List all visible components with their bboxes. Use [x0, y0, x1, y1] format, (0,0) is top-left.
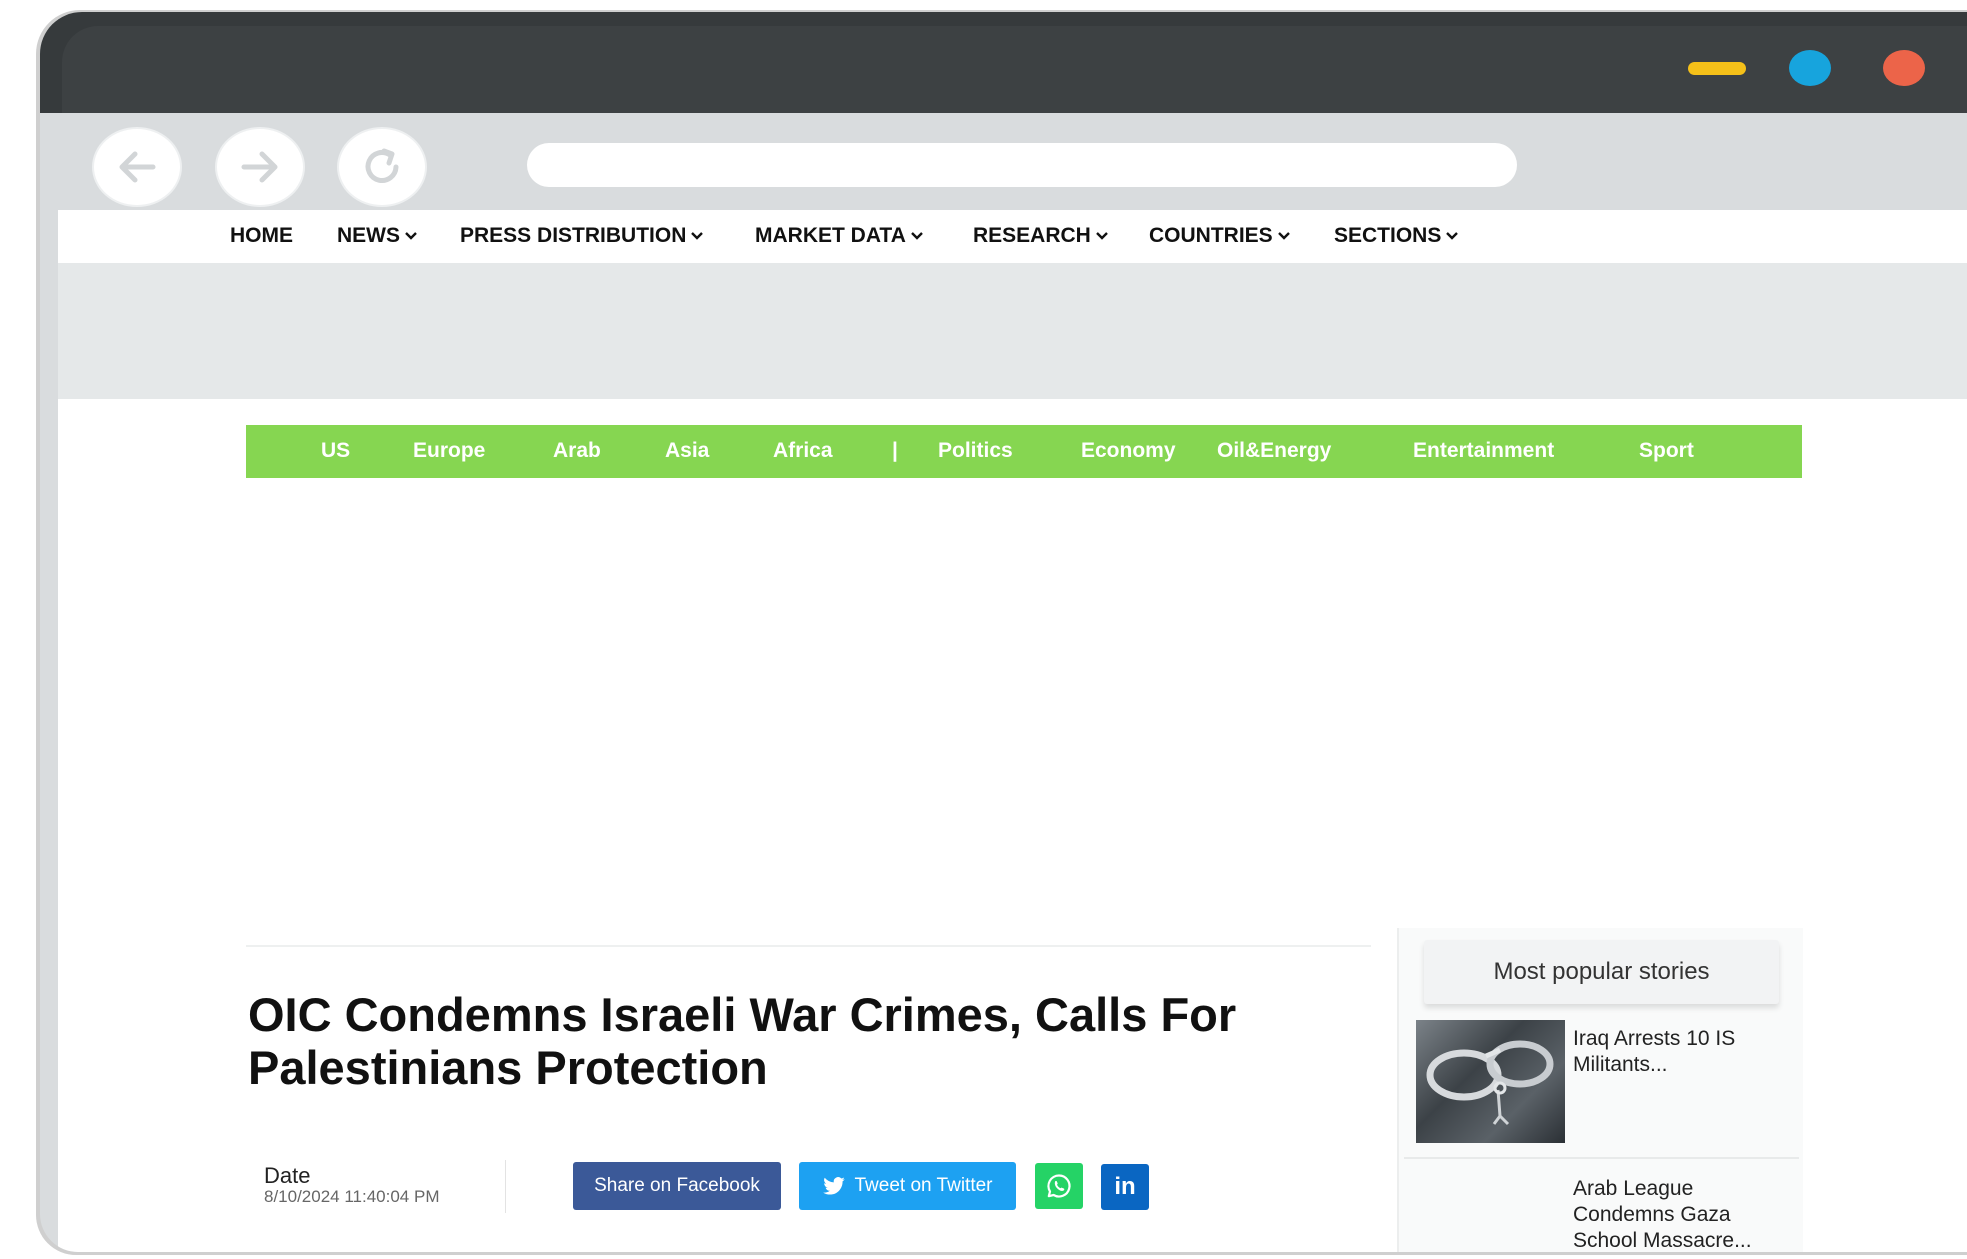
story-separator — [1404, 1157, 1799, 1159]
forward-button[interactable] — [217, 129, 303, 205]
nav-market-data[interactable]: MARKET DATA — [755, 224, 923, 248]
section-africa[interactable]: Africa — [773, 439, 833, 463]
popular-story-link[interactable]: Iraq Arrests 10 IS Militants... — [1573, 1026, 1778, 1078]
reload-button[interactable] — [339, 129, 425, 205]
chevron-down-icon — [1446, 232, 1459, 240]
date-value: 8/10/2024 11:40:04 PM — [264, 1187, 440, 1206]
address-bar[interactable] — [527, 143, 1517, 187]
ad-banner-area — [58, 263, 1967, 399]
section-sport[interactable]: Sport — [1639, 439, 1694, 463]
section-separator: | — [892, 439, 898, 462]
section-asia[interactable]: Asia — [665, 439, 709, 463]
section-oil-energy[interactable]: Oil&Energy — [1217, 439, 1331, 463]
content-divider — [246, 945, 1371, 947]
section-entertainment[interactable]: Entertainment — [1413, 439, 1554, 463]
story-thumbnail[interactable] — [1416, 1020, 1565, 1143]
title-bar-inner — [62, 26, 1967, 113]
popular-story-link[interactable]: Arab League Condemns Gaza School Massacr… — [1573, 1176, 1783, 1252]
nav-news[interactable]: NEWS — [337, 224, 417, 248]
back-button[interactable] — [94, 129, 180, 205]
section-us[interactable]: US — [321, 439, 350, 463]
date-separator — [505, 1160, 506, 1213]
tweet-twitter-button[interactable]: Tweet on Twitter — [799, 1162, 1016, 1210]
browser-toolbar — [40, 113, 1967, 211]
section-arab[interactable]: Arab — [553, 439, 601, 463]
nav-home[interactable]: HOME — [230, 224, 293, 248]
nav-countries[interactable]: COUNTRIES — [1149, 224, 1290, 248]
date-label: Date — [264, 1163, 311, 1188]
share-facebook-button[interactable]: Share on Facebook — [573, 1162, 781, 1210]
twitter-icon — [822, 1177, 845, 1195]
title-bar — [40, 12, 1967, 113]
arrow-right-icon — [241, 151, 278, 183]
nav-sections[interactable]: SECTIONS — [1334, 224, 1459, 248]
share-linkedin-button[interactable]: in — [1101, 1164, 1149, 1210]
section-europe[interactable]: Europe — [413, 439, 485, 463]
section-nav: US Europe Arab Asia Africa | Politics Ec… — [246, 425, 1802, 478]
nav-research[interactable]: RESEARCH — [973, 224, 1108, 248]
web-page: HOME NEWS PRESS DISTRIBUTION MARKET DATA… — [58, 210, 1967, 1252]
chevron-down-icon — [405, 232, 417, 240]
main-nav: HOME NEWS PRESS DISTRIBUTION MARKET DATA… — [58, 210, 1967, 263]
handcuffs-image — [1426, 1040, 1554, 1126]
whatsapp-icon — [1047, 1174, 1071, 1198]
browser-window: HOME NEWS PRESS DISTRIBUTION MARKET DATA… — [40, 12, 1967, 1252]
maximize-button[interactable] — [1789, 50, 1831, 86]
chevron-down-icon — [691, 232, 704, 240]
minimize-button[interactable] — [1688, 62, 1746, 75]
linkedin-icon: in — [1114, 1173, 1136, 1200]
reload-icon — [365, 148, 399, 183]
section-economy[interactable]: Economy — [1081, 439, 1176, 463]
share-facebook-label: Share on Facebook — [594, 1175, 760, 1196]
chevron-down-icon — [1277, 232, 1290, 240]
nav-press-distribution[interactable]: PRESS DISTRIBUTION — [460, 224, 704, 248]
arrow-left-icon — [119, 151, 156, 183]
share-whatsapp-button[interactable] — [1035, 1163, 1083, 1209]
chevron-down-icon — [911, 232, 923, 240]
section-politics[interactable]: Politics — [938, 439, 1013, 463]
chevron-down-icon — [1096, 232, 1108, 240]
popular-stories-heading: Most popular stories — [1424, 940, 1779, 1004]
article-headline: OIC Condemns Israeli War Crimes, Calls F… — [248, 988, 1237, 1094]
tweet-twitter-label: Tweet on Twitter — [854, 1175, 993, 1196]
close-button[interactable] — [1883, 50, 1925, 86]
